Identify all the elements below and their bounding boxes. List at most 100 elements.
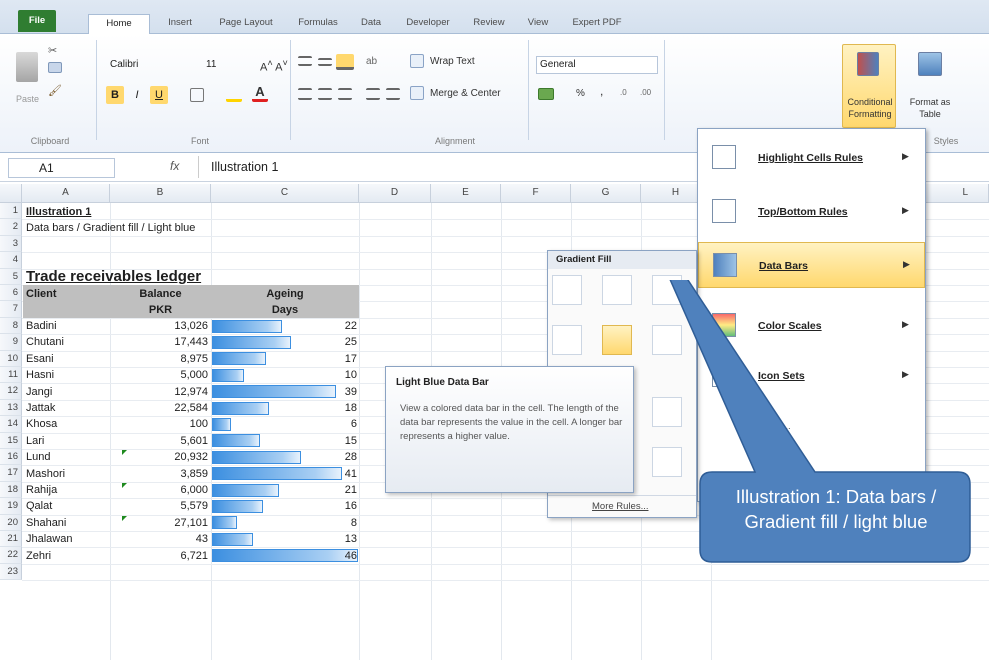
orange-data-bar-option[interactable] (552, 325, 582, 355)
client-cell[interactable]: Jhalawan (26, 531, 72, 547)
ageing-days-cell[interactable]: 46 (300, 548, 357, 564)
fx-icon[interactable]: fx (170, 159, 179, 173)
currency-icon[interactable] (538, 88, 554, 100)
ageing-days-cell[interactable]: 10 (300, 367, 357, 383)
row-header[interactable]: 15 (0, 432, 22, 449)
tab-expert-pdf[interactable]: Expert PDF (566, 14, 628, 34)
font-color-icon[interactable]: A (252, 84, 268, 102)
client-cell[interactable]: Qalat (26, 498, 52, 514)
select-all-corner[interactable] (0, 184, 22, 203)
tab-data[interactable]: Data (354, 14, 388, 34)
bottom-align-icon[interactable] (336, 54, 354, 70)
row-header[interactable]: 17 (0, 465, 22, 482)
column-header-c[interactable]: C (211, 184, 359, 203)
ageing-days-cell[interactable]: 28 (300, 449, 357, 465)
client-cell[interactable]: Jangi (26, 384, 52, 400)
wrap-text-icon[interactable] (410, 54, 424, 68)
balance-cell[interactable]: 5,000 (110, 367, 208, 383)
client-cell[interactable]: Hasni (26, 367, 54, 383)
menu-item-highlight-cells-rules[interactable]: Highlight Cells Rules ▶ (698, 135, 925, 181)
fill-color-icon[interactable] (226, 88, 242, 102)
row-header[interactable]: 6 (0, 285, 22, 302)
tab-page-layout[interactable]: Page Layout (212, 14, 280, 34)
row-header[interactable]: 2 (0, 219, 22, 236)
format-as-table-icon[interactable] (918, 52, 942, 76)
column-header-a[interactable]: A (22, 184, 110, 203)
row-header[interactable]: 23 (0, 563, 22, 581)
cut-icon[interactable]: ✂ (48, 44, 60, 57)
merge-center-button[interactable]: Merge & Center (430, 88, 501, 99)
row-header[interactable]: 18 (0, 481, 22, 499)
balance-cell[interactable]: 8,975 (110, 351, 208, 367)
name-box[interactable]: A1 (8, 158, 115, 178)
merge-icon[interactable] (410, 86, 424, 100)
ageing-days-cell[interactable]: 22 (300, 318, 357, 334)
copy-icon[interactable] (48, 62, 62, 73)
tab-formulas[interactable]: Formulas (292, 14, 344, 34)
grow-font-icon[interactable]: A˄ A˅ (260, 58, 288, 74)
formula-input[interactable]: Illustration 1 (198, 156, 718, 178)
balance-cell[interactable]: 100 (110, 416, 208, 432)
tab-view[interactable]: View (520, 14, 556, 34)
client-cell[interactable]: Rahija (26, 482, 57, 498)
row-header[interactable]: 16 (0, 449, 22, 466)
increase-indent-icon[interactable] (386, 88, 400, 100)
balance-cell[interactable]: 12,974 (110, 384, 208, 400)
percent-button[interactable]: % (576, 88, 585, 99)
row-header[interactable]: 10 (0, 350, 22, 367)
balance-cell[interactable]: 3,859 (110, 466, 208, 482)
column-header-e[interactable]: E (431, 184, 501, 203)
ageing-days-cell[interactable]: 41 (300, 466, 357, 482)
ageing-days-cell[interactable]: 13 (300, 531, 357, 547)
blue-data-bar-option[interactable] (552, 275, 582, 305)
balance-cell[interactable]: 5,579 (110, 498, 208, 514)
client-cell[interactable]: Khosa (26, 416, 57, 432)
middle-align-icon[interactable] (318, 58, 332, 66)
row-header[interactable]: 12 (0, 383, 22, 400)
border-icon[interactable] (190, 88, 204, 102)
tab-developer[interactable]: Developer (398, 14, 458, 34)
row-header[interactable]: 5 (0, 268, 22, 285)
ageing-days-cell[interactable]: 6 (300, 416, 357, 432)
decrease-decimal-icon[interactable]: .00 (640, 88, 654, 100)
increase-decimal-icon[interactable]: .0 (620, 88, 634, 100)
header-ageing[interactable]: Ageing (211, 286, 359, 302)
underline-button[interactable]: U (150, 86, 168, 104)
paste-button[interactable]: Paste (16, 94, 39, 104)
row-header[interactable]: 1 (0, 203, 22, 220)
bold-button[interactable]: B (106, 86, 124, 104)
format-as-table-button[interactable]: Format as Table (902, 96, 958, 120)
header-ageing-unit[interactable]: Days (211, 302, 359, 318)
error-indicator-icon[interactable] (122, 483, 127, 488)
header-balance-unit[interactable]: PKR (110, 302, 211, 318)
balance-cell[interactable]: 13,026 (110, 318, 208, 334)
column-header-g[interactable]: G (571, 184, 641, 203)
row-header[interactable]: 20 (0, 514, 22, 531)
row-header[interactable]: 19 (0, 498, 22, 515)
balance-cell[interactable]: 43 (110, 531, 208, 547)
column-header-b[interactable]: B (110, 184, 211, 203)
align-right-icon[interactable] (338, 88, 352, 100)
italic-button[interactable]: I (128, 86, 146, 104)
wrap-text-button[interactable]: Wrap Text (430, 56, 475, 67)
ageing-days-cell[interactable]: 16 (300, 498, 357, 514)
row-header[interactable]: 9 (0, 334, 22, 351)
balance-cell[interactable]: 6,721 (110, 548, 208, 564)
row-header[interactable]: 4 (0, 252, 22, 269)
font-name-combo[interactable]: Calibri (106, 56, 200, 74)
tab-insert[interactable]: Insert (160, 14, 200, 34)
row-header[interactable]: 13 (0, 399, 22, 417)
ageing-days-cell[interactable]: 21 (300, 482, 357, 498)
ageing-days-cell[interactable]: 8 (300, 515, 357, 531)
paste-icon[interactable] (16, 52, 38, 82)
sheet-title[interactable]: Illustration 1 (26, 204, 91, 220)
align-left-icon[interactable] (298, 88, 312, 100)
sheet-subtitle[interactable]: Data bars / Gradient fill / Light blue (26, 220, 195, 236)
row-header[interactable]: 11 (0, 367, 22, 384)
ageing-days-cell[interactable]: 39 (300, 384, 357, 400)
decrease-indent-icon[interactable] (366, 88, 380, 100)
ageing-days-cell[interactable]: 18 (300, 400, 357, 416)
client-cell[interactable]: Badini (26, 318, 57, 334)
client-cell[interactable]: Esani (26, 351, 54, 367)
tab-review[interactable]: Review (466, 14, 512, 34)
